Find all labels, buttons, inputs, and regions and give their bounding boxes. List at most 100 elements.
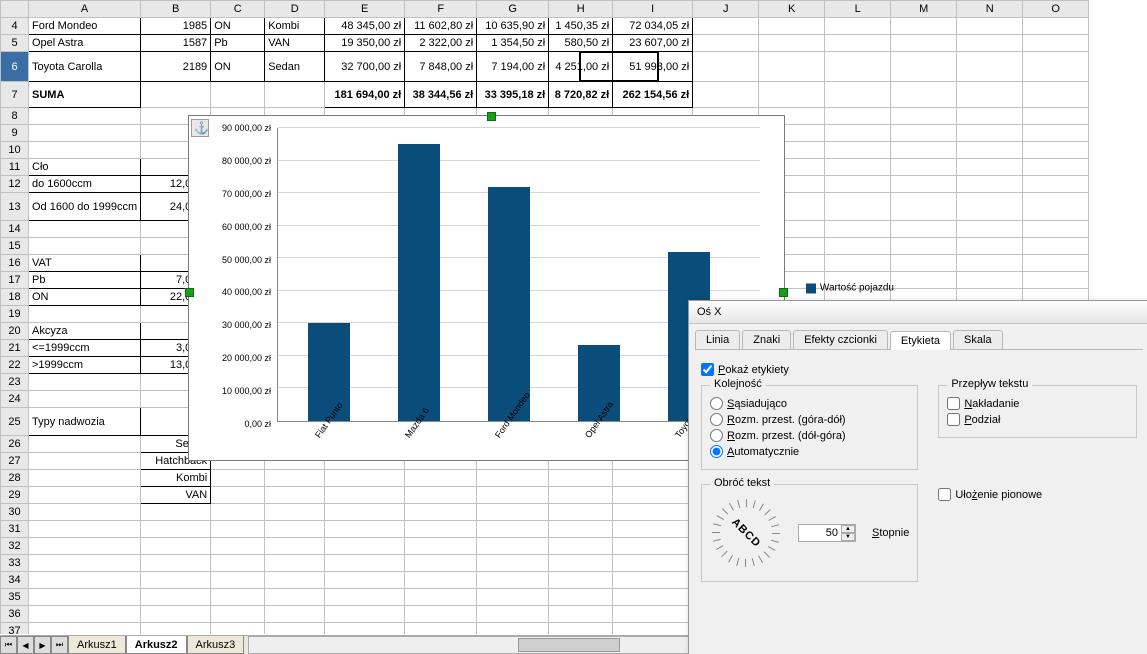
cell[interactable] bbox=[891, 272, 957, 289]
cell[interactable] bbox=[957, 18, 1023, 35]
cell[interactable] bbox=[759, 18, 825, 35]
col-header[interactable]: F bbox=[405, 1, 477, 18]
cell[interactable] bbox=[477, 504, 549, 521]
cell[interactable]: 1 450,35 zł bbox=[549, 18, 613, 35]
cell[interactable]: 1 354,50 zł bbox=[477, 35, 549, 52]
cell[interactable] bbox=[1023, 176, 1089, 193]
cell[interactable] bbox=[405, 521, 477, 538]
cell[interactable]: Sedan bbox=[265, 52, 325, 82]
cell[interactable] bbox=[477, 538, 549, 555]
cell[interactable] bbox=[325, 555, 405, 572]
cell[interactable] bbox=[613, 470, 693, 487]
cell[interactable] bbox=[957, 159, 1023, 176]
row-header[interactable]: 31 bbox=[1, 521, 29, 538]
cell[interactable]: Toyota Carolla bbox=[29, 52, 141, 82]
cell[interactable] bbox=[549, 487, 613, 504]
cell[interactable] bbox=[957, 52, 1023, 82]
cell[interactable]: VAN bbox=[141, 487, 211, 504]
cell[interactable] bbox=[613, 487, 693, 504]
cell[interactable] bbox=[891, 238, 957, 255]
cell[interactable] bbox=[325, 504, 405, 521]
cell[interactable] bbox=[825, 238, 891, 255]
cell[interactable]: 32 700,00 zł bbox=[325, 52, 405, 82]
cell[interactable] bbox=[141, 555, 211, 572]
order-option[interactable]: Sąsiadująco bbox=[710, 397, 909, 410]
cell[interactable] bbox=[141, 538, 211, 555]
chart-handle[interactable] bbox=[779, 288, 788, 297]
show-labels-input[interactable] bbox=[701, 363, 714, 376]
row-header[interactable]: 7 bbox=[1, 82, 29, 108]
cell[interactable]: 10 635,90 zł bbox=[477, 18, 549, 35]
dialog-title[interactable]: Oś X bbox=[689, 301, 1147, 324]
cell[interactable] bbox=[29, 555, 141, 572]
cell[interactable] bbox=[825, 18, 891, 35]
dialog-tab[interactable]: Linia bbox=[695, 330, 740, 349]
cell[interactable]: Pb bbox=[29, 272, 141, 289]
cell[interactable] bbox=[477, 606, 549, 623]
cell[interactable] bbox=[29, 306, 141, 323]
cell[interactable] bbox=[325, 572, 405, 589]
cell[interactable]: Kombi bbox=[265, 18, 325, 35]
cell[interactable] bbox=[265, 606, 325, 623]
col-header[interactable]: A bbox=[29, 1, 141, 18]
cell[interactable] bbox=[891, 176, 957, 193]
cell[interactable] bbox=[405, 504, 477, 521]
cell[interactable]: Cło bbox=[29, 159, 141, 176]
cell[interactable] bbox=[549, 538, 613, 555]
cell[interactable] bbox=[891, 108, 957, 125]
cell[interactable] bbox=[1023, 52, 1089, 82]
cell[interactable] bbox=[265, 572, 325, 589]
cell[interactable] bbox=[891, 142, 957, 159]
cell[interactable] bbox=[891, 159, 957, 176]
order-option[interactable]: Rozm. przest. (góra-dół) bbox=[710, 413, 909, 426]
cell[interactable] bbox=[405, 470, 477, 487]
cell[interactable]: 580,50 zł bbox=[549, 35, 613, 52]
cell[interactable] bbox=[825, 52, 891, 82]
cell[interactable] bbox=[405, 589, 477, 606]
cell[interactable] bbox=[549, 572, 613, 589]
col-header[interactable]: B bbox=[141, 1, 211, 18]
cell[interactable] bbox=[265, 82, 325, 108]
row-header[interactable]: 11 bbox=[1, 159, 29, 176]
cell[interactable] bbox=[825, 82, 891, 108]
cell[interactable] bbox=[613, 504, 693, 521]
row-header[interactable]: 19 bbox=[1, 306, 29, 323]
cell[interactable] bbox=[29, 470, 141, 487]
cell[interactable] bbox=[825, 176, 891, 193]
cell[interactable] bbox=[1023, 238, 1089, 255]
row-header[interactable]: 35 bbox=[1, 589, 29, 606]
col-header[interactable]: D bbox=[265, 1, 325, 18]
cell[interactable] bbox=[405, 538, 477, 555]
row-header[interactable]: 24 bbox=[1, 391, 29, 408]
cell[interactable] bbox=[957, 176, 1023, 193]
cell[interactable] bbox=[693, 35, 759, 52]
cell[interactable] bbox=[325, 470, 405, 487]
cell[interactable] bbox=[477, 487, 549, 504]
cell[interactable] bbox=[825, 108, 891, 125]
row-header[interactable]: 12 bbox=[1, 176, 29, 193]
row-header[interactable]: 18 bbox=[1, 289, 29, 306]
cell[interactable] bbox=[957, 272, 1023, 289]
col-header[interactable]: M bbox=[891, 1, 957, 18]
cell[interactable] bbox=[825, 159, 891, 176]
cell[interactable]: 7 848,00 zł bbox=[405, 52, 477, 82]
cell[interactable]: ON bbox=[211, 18, 265, 35]
row-header[interactable]: 20 bbox=[1, 323, 29, 340]
cell[interactable] bbox=[211, 538, 265, 555]
cell[interactable] bbox=[211, 606, 265, 623]
overlap-checkbox[interactable]: Nakładanie bbox=[947, 397, 1128, 410]
cell[interactable] bbox=[613, 572, 693, 589]
cell[interactable] bbox=[29, 125, 141, 142]
cell[interactable] bbox=[29, 453, 141, 470]
col-header[interactable]: E bbox=[325, 1, 405, 18]
cell[interactable] bbox=[891, 193, 957, 221]
cell[interactable] bbox=[957, 142, 1023, 159]
cell[interactable] bbox=[265, 623, 325, 635]
cell[interactable] bbox=[211, 623, 265, 635]
cell[interactable] bbox=[265, 555, 325, 572]
cell[interactable] bbox=[29, 374, 141, 391]
cell[interactable] bbox=[613, 538, 693, 555]
row-header[interactable]: 16 bbox=[1, 255, 29, 272]
cell[interactable]: 181 694,00 zł bbox=[325, 82, 405, 108]
cell[interactable] bbox=[891, 255, 957, 272]
